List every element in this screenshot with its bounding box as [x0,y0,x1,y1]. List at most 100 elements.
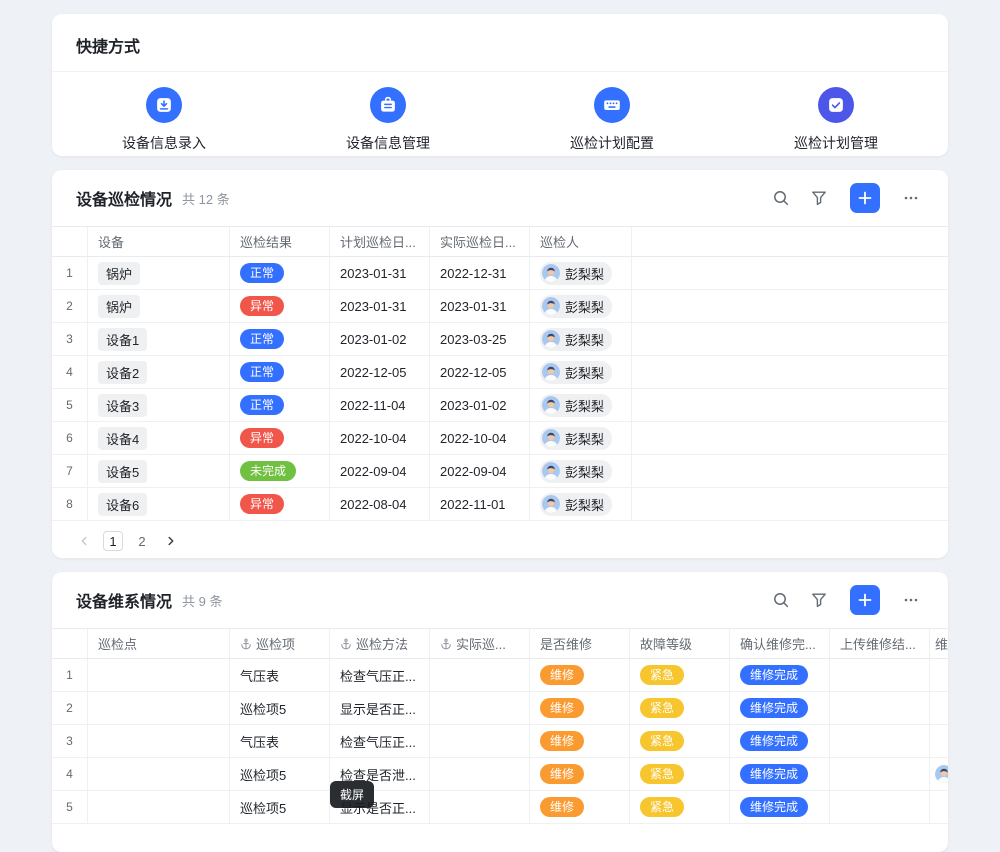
device-cell[interactable]: 锅炉 [88,257,230,289]
inspector-cell[interactable]: 彭梨梨 [530,356,632,388]
result-cell[interactable]: 正常 [230,356,330,388]
table-row[interactable]: 1 锅炉 正常 2023-01-31 2022-12-31 彭梨梨 [52,257,948,290]
actual-cell[interactable] [430,692,530,724]
column-header-clipped[interactable]: 维 [930,629,948,658]
column-header-result[interactable]: 巡检结果 [230,227,330,256]
confirm-cell[interactable]: 维修完成 [730,725,830,757]
upload-cell[interactable] [830,758,930,790]
repair-cell[interactable]: 维修 [530,659,630,691]
actual-cell[interactable] [430,725,530,757]
result-cell[interactable]: 正常 [230,389,330,421]
result-cell[interactable]: 异常 [230,488,330,520]
table-row[interactable]: 8 设备6 异常 2022-08-04 2022-11-01 彭梨梨 [52,488,948,521]
column-header-repair[interactable]: 是否维修 [530,629,630,658]
actual-date-cell[interactable]: 2023-01-31 [430,290,530,322]
shortcut-device-manage[interactable]: 设备信息管理 [276,87,500,153]
repair-cell[interactable]: 维修 [530,692,630,724]
page-button-2[interactable]: 2 [132,531,152,551]
item-cell[interactable]: 气压表 [230,725,330,757]
result-cell[interactable]: 异常 [230,422,330,454]
column-header-inspector[interactable]: 巡检人 [530,227,632,256]
table-row[interactable]: 2 巡检项5 显示是否正... 维修 紧急 维修完成 [52,692,948,725]
column-header-actual[interactable]: 实际巡... [430,629,530,658]
point-cell[interactable] [88,692,230,724]
device-cell[interactable]: 设备3 [88,389,230,421]
actual-date-cell[interactable]: 2022-10-04 [430,422,530,454]
next-page-button[interactable] [161,531,181,551]
confirm-cell[interactable]: 维修完成 [730,692,830,724]
clipped-cell[interactable] [930,659,948,691]
actual-cell[interactable] [430,791,530,823]
confirm-cell[interactable]: 维修完成 [730,758,830,790]
table-row[interactable]: 3 气压表 检查气压正... 维修 紧急 维修完成 [52,725,948,758]
upload-cell[interactable] [830,791,930,823]
column-header-item[interactable]: 巡检项 [230,629,330,658]
table-row[interactable]: 7 设备5 未完成 2022-09-04 2022-09-04 彭梨梨 [52,455,948,488]
column-header-point[interactable]: 巡检点 [88,629,230,658]
page-button-1[interactable]: 1 [103,531,123,551]
column-header-upload[interactable]: 上传维修结... [830,629,930,658]
table-row[interactable]: 2 锅炉 异常 2023-01-31 2023-01-31 彭梨梨 [52,290,948,323]
plan-date-cell[interactable]: 2023-01-31 [330,257,430,289]
actual-date-cell[interactable]: 2023-03-25 [430,323,530,355]
actual-date-cell[interactable]: 2022-12-05 [430,356,530,388]
table-row[interactable]: 3 设备1 正常 2023-01-02 2023-03-25 彭梨梨 [52,323,948,356]
table-row[interactable]: 5 设备3 正常 2022-11-04 2023-01-02 彭梨梨 [52,389,948,422]
plan-date-cell[interactable]: 2022-10-04 [330,422,430,454]
point-cell[interactable] [88,725,230,757]
repair-cell[interactable]: 维修 [530,791,630,823]
column-header-confirm[interactable]: 确认维修完... [730,629,830,658]
repair-cell[interactable]: 维修 [530,725,630,757]
result-cell[interactable]: 未完成 [230,455,330,487]
column-header-method[interactable]: 巡检方法 [330,629,430,658]
item-cell[interactable]: 巡检项5 [230,791,330,823]
clipped-cell[interactable] [930,725,948,757]
confirm-cell[interactable]: 维修完成 [730,791,830,823]
level-cell[interactable]: 紧急 [630,758,730,790]
plan-date-cell[interactable]: 2022-11-04 [330,389,430,421]
result-cell[interactable]: 异常 [230,290,330,322]
clipped-cell[interactable] [930,758,948,790]
inspector-cell[interactable]: 彭梨梨 [530,389,632,421]
item-cell[interactable]: 气压表 [230,659,330,691]
inspector-cell[interactable]: 彭梨梨 [530,323,632,355]
clipped-cell[interactable] [930,692,948,724]
upload-cell[interactable] [830,659,930,691]
repair-cell[interactable]: 维修 [530,758,630,790]
method-cell[interactable]: 检查气压正... [330,725,430,757]
plan-date-cell[interactable]: 2023-01-02 [330,323,430,355]
shortcut-plan-config[interactable]: 巡检计划配置 [500,87,724,153]
plan-date-cell[interactable]: 2022-09-04 [330,455,430,487]
item-cell[interactable]: 巡检项5 [230,758,330,790]
column-header-plan-date[interactable]: 计划巡检日... [330,227,430,256]
table-row[interactable]: 4 设备2 正常 2022-12-05 2022-12-05 彭梨梨 [52,356,948,389]
filter-icon[interactable] [806,185,832,211]
inspector-cell[interactable]: 彭梨梨 [530,488,632,520]
search-icon[interactable] [768,185,794,211]
more-icon[interactable] [898,587,924,613]
upload-cell[interactable] [830,692,930,724]
shortcut-device-entry[interactable]: 设备信息录入 [52,87,276,153]
device-cell[interactable]: 设备5 [88,455,230,487]
device-cell[interactable]: 设备4 [88,422,230,454]
upload-cell[interactable] [830,725,930,757]
actual-date-cell[interactable]: 2023-01-02 [430,389,530,421]
result-cell[interactable]: 正常 [230,257,330,289]
column-header-device[interactable]: 设备 [88,227,230,256]
device-cell[interactable]: 锅炉 [88,290,230,322]
shortcut-plan-manage[interactable]: 巡检计划管理 [724,87,948,153]
plan-date-cell[interactable]: 2022-08-04 [330,488,430,520]
plan-date-cell[interactable]: 2023-01-31 [330,290,430,322]
add-record-button[interactable] [850,183,880,213]
table-row[interactable]: 5 巡检项5 显示是否正... 维修 紧急 维修完成 [52,791,948,824]
table-row[interactable]: 1 气压表 检查气压正... 维修 紧急 维修完成 [52,659,948,692]
table-row[interactable]: 6 设备4 异常 2022-10-04 2022-10-04 彭梨梨 [52,422,948,455]
level-cell[interactable]: 紧急 [630,692,730,724]
table-row[interactable]: 4 巡检项5 检查是否泄... 维修 紧急 维修完成 [52,758,948,791]
confirm-cell[interactable]: 维修完成 [730,659,830,691]
more-icon[interactable] [898,185,924,211]
clipped-cell[interactable] [930,791,948,823]
add-record-button[interactable] [850,585,880,615]
actual-date-cell[interactable]: 2022-09-04 [430,455,530,487]
inspector-cell[interactable]: 彭梨梨 [530,290,632,322]
